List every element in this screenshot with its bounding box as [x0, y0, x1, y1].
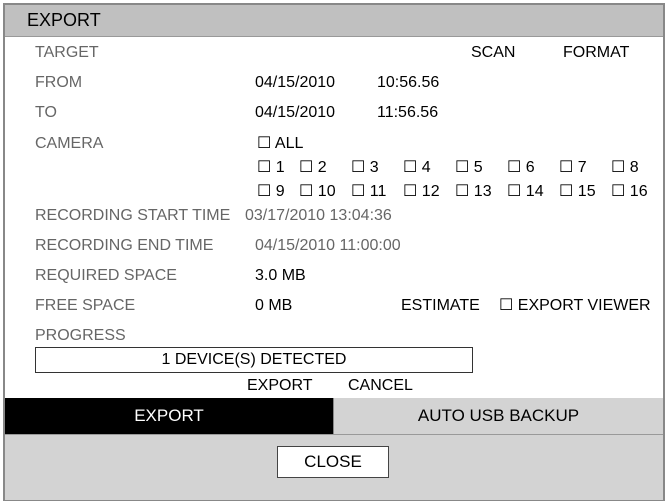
camera-channel-checkbox[interactable]: ☐ 15 [559, 182, 596, 202]
camera-label: CAMERA [35, 135, 104, 152]
tab-auto-usb-backup[interactable]: AUTO USB BACKUP [333, 398, 663, 434]
required-space-label: REQUIRED SPACE [35, 267, 177, 284]
camera-channel-checkbox[interactable]: ☐ 4 [403, 158, 431, 178]
from-date[interactable]: 04/15/2010 [255, 73, 335, 93]
dialog-title: EXPORT [27, 10, 101, 30]
format-button[interactable]: FORMAT [563, 43, 629, 63]
recording-end-label: RECORDING END TIME [35, 237, 214, 254]
free-space-value: 0 MB [255, 297, 293, 314]
progress-status: 1 DEVICE(S) DETECTED [35, 347, 473, 373]
camera-channel-checkbox[interactable]: ☐ 7 [559, 158, 587, 178]
recording-start-value: 03/17/2010 13:04:36 [245, 207, 392, 224]
recording-start-label: RECORDING START TIME [35, 207, 231, 224]
footer: CLOSE [5, 434, 663, 500]
from-label: FROM [35, 74, 83, 91]
camera-channel-checkbox[interactable]: ☐ 12 [403, 182, 440, 202]
progress-label: PROGRESS [35, 327, 126, 344]
export-dialog: EXPORT TARGET SCAN FORMAT FROM 04/15/201… [3, 3, 665, 501]
tab-export[interactable]: EXPORT [5, 398, 333, 434]
to-time[interactable]: 11:56.56 [377, 103, 438, 123]
camera-channel-checkbox[interactable]: ☐ 1 [257, 158, 285, 178]
camera-channel-checkbox[interactable]: ☐ 13 [455, 182, 492, 202]
export-button[interactable]: EXPORT [247, 376, 313, 396]
target-label: TARGET [35, 44, 99, 61]
camera-channel-checkbox[interactable]: ☐ 16 [611, 182, 648, 202]
estimate-button[interactable]: ESTIMATE [401, 296, 480, 316]
recording-end-value: 04/15/2010 11:00:00 [255, 237, 401, 254]
camera-channel-checkbox[interactable]: ☐ 14 [507, 182, 544, 202]
camera-channel-checkbox[interactable]: ☐ 3 [351, 158, 379, 178]
camera-channel-checkbox[interactable]: ☐ 8 [611, 158, 639, 178]
camera-channel-checkbox[interactable]: ☐ 10 [299, 182, 336, 202]
export-viewer-checkbox[interactable]: ☐ EXPORT VIEWER [499, 296, 651, 316]
camera-all-checkbox[interactable]: ☐ ALL [257, 134, 303, 154]
scan-button[interactable]: SCAN [471, 43, 515, 63]
camera-channel-checkbox[interactable]: ☐ 9 [257, 182, 285, 202]
camera-channel-checkbox[interactable]: ☐ 2 [299, 158, 327, 178]
camera-channel-checkbox[interactable]: ☐ 6 [507, 158, 535, 178]
to-label: TO [35, 104, 57, 121]
required-space-value: 3.0 MB [255, 267, 306, 284]
title-bar: EXPORT [5, 5, 663, 37]
free-space-label: FREE SPACE [35, 297, 136, 314]
cancel-button[interactable]: CANCEL [348, 376, 413, 396]
close-button[interactable]: CLOSE [277, 446, 389, 478]
camera-channel-checkbox[interactable]: ☐ 11 [351, 182, 386, 202]
from-time[interactable]: 10:56.56 [377, 73, 439, 93]
camera-channel-checkbox[interactable]: ☐ 5 [455, 158, 483, 178]
to-date[interactable]: 04/15/2010 [255, 103, 335, 123]
